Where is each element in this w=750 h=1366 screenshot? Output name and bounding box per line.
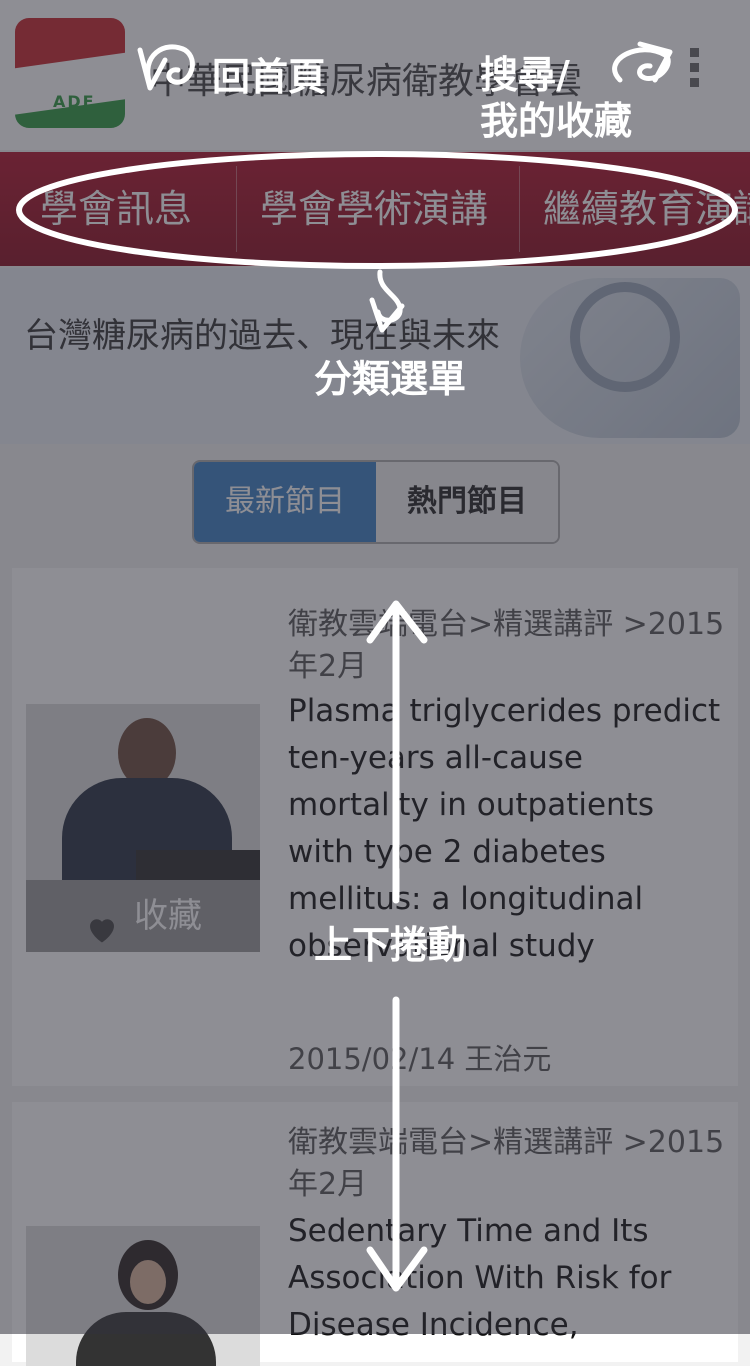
annotation-category-menu: 分類選單 — [314, 357, 467, 401]
annotation-home: 回首頁 — [212, 55, 327, 99]
annotation-scroll: 上下捲動 — [314, 923, 467, 967]
annotation-search: 搜尋/ 我的收藏 — [480, 53, 633, 143]
tutorial-arrows — [16, 41, 738, 1292]
